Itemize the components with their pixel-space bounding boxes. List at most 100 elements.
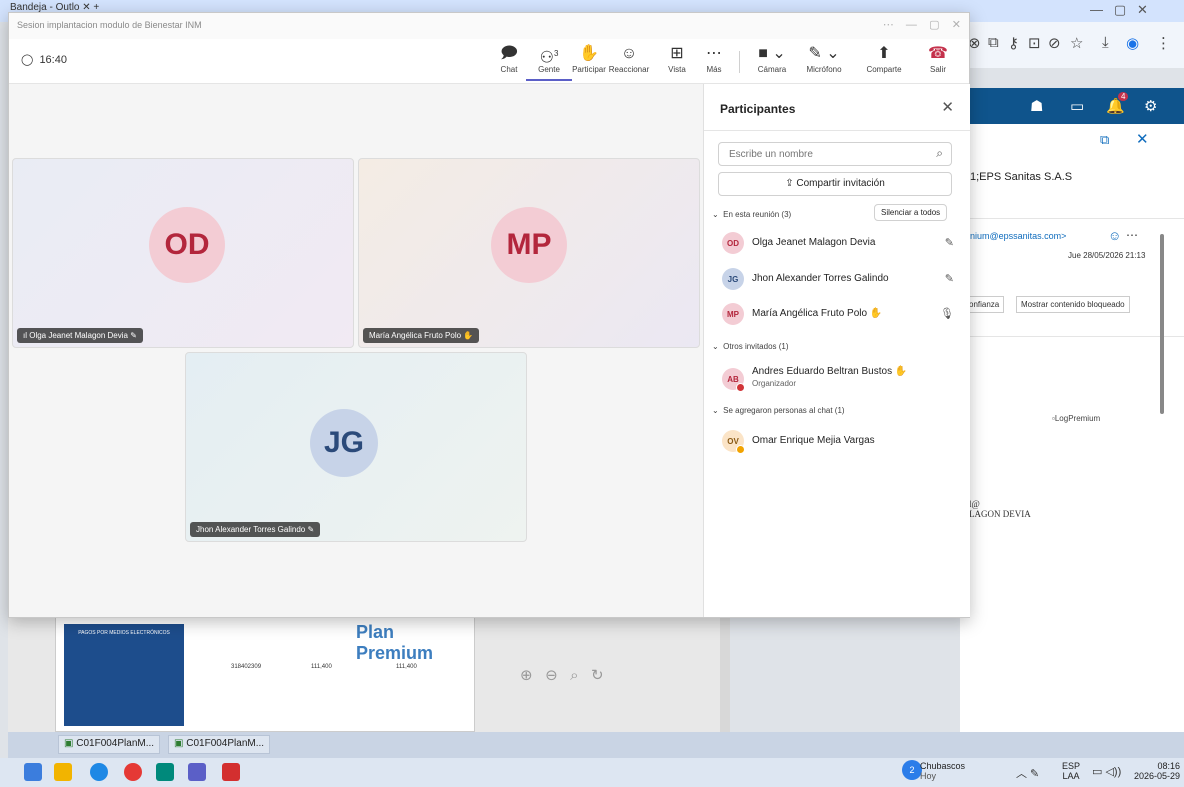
teams-app-icon[interactable] (24, 763, 42, 781)
video-stage: OD ıl Olga Jeanet Malagon Devia ✎ MP Mar… (9, 84, 703, 617)
pdf-scrollbar[interactable] (720, 616, 730, 732)
calculator-icon[interactable] (156, 763, 174, 781)
outlook-sender-email[interactable]: nium@epssanitas.com> (970, 231, 1066, 241)
participant-row[interactable]: OD Olga Jeanet Malagon Devia ✎ (722, 232, 962, 256)
tile-participant-name: María Angélica Fruto Polo (369, 331, 462, 340)
weather-subtitle: Hoy (920, 771, 937, 781)
avatar: OD (722, 232, 744, 254)
close-icon[interactable]: ✕ (941, 98, 954, 116)
video-tile[interactable]: OD ıl Olga Jeanet Malagon Devia ✎ (12, 158, 354, 348)
participant-name: Andres Eduardo Beltran Bustos ✋ (752, 366, 907, 377)
teams-window-controls[interactable]: ⋯ — ▢ ✕ (883, 18, 961, 31)
file-icon: ▣ (174, 738, 184, 749)
share-button[interactable]: ⬆ Comparte (861, 45, 907, 74)
close-icon[interactable]: ✕ (1136, 130, 1149, 148)
weather-widget[interactable]: Chubascos Hoy (920, 761, 965, 781)
camera-button[interactable]: ■ ⌄ Cámara (749, 45, 795, 74)
participant-row[interactable]: MP María Angélica Fruto Polo ✋ 🎙 (722, 303, 962, 327)
outlook-message-date: Jue 28/05/2026 21:13 (1068, 251, 1146, 260)
outlook-header: ☗ ▭ 🔔 4 ⚙ (960, 88, 1184, 124)
participants-panel: Participantes ✕ ⌕ ⇪ Compartir invitación… (703, 84, 970, 617)
meeting-timer: ◯ 16:40 (21, 53, 67, 66)
pdf-zoom-tools[interactable]: ⊕ ⊖ ⌕ ↻ (520, 666, 604, 684)
file-explorer-icon[interactable] (54, 763, 72, 781)
menu-icon[interactable]: ⋮ (1156, 34, 1171, 52)
section-in-meeting[interactable]: ⌄ En esta reunión (3) (712, 210, 791, 219)
eye-off-icon[interactable]: ⊘ (1048, 34, 1061, 52)
mic-on-icon: 🎙 (940, 308, 954, 320)
camera-off-icon: ■ ⌄ (758, 45, 786, 62)
teams-icon[interactable]: ☗ (1030, 97, 1043, 115)
video-tile[interactable]: JG Jhon Alexander Torres Galindo ✎ (185, 352, 527, 542)
signature-line-1: l@ (969, 499, 980, 509)
avatar: OD (149, 207, 225, 283)
participant-row[interactable]: AB Andres Eduardo Beltran Bustos ✋ Organ… (722, 364, 962, 394)
share-icon: ⇪ (785, 178, 794, 189)
download-item[interactable]: ▣ C01F004PlanM... (58, 735, 161, 754)
participant-name-text: Andres Eduardo Beltran Bustos (752, 366, 893, 377)
more-actions-icon[interactable]: ⋯ (1126, 228, 1138, 242)
section-label: Otros invitados (1) (723, 342, 789, 351)
outlook-scrollbar[interactable] (1160, 234, 1164, 414)
download-filename: C01F004PlanM... (76, 738, 155, 749)
section-chat-added[interactable]: ⌄ Se agregaron personas al chat (1) (712, 406, 845, 415)
popout-icon[interactable]: ⧉ (1100, 132, 1109, 148)
tray-icons[interactable]: ︿ ✎ (1016, 765, 1039, 781)
mute-all-button[interactable]: Silenciar a todos (874, 204, 948, 221)
outlook-reading-pane: ⧉ ✕ ☺ ⋯ (960, 124, 1184, 732)
lang-top: ESP (1062, 761, 1081, 771)
email-signature: l@ LAGON DEVIA (969, 499, 1031, 519)
acrobat-icon[interactable] (222, 763, 240, 781)
browser-window-controls[interactable]: — ▢ ✕ (1090, 2, 1184, 20)
react-button[interactable]: ☺ Reaccionar (606, 45, 652, 74)
mic-button[interactable]: ✎ ⌄ Micrófono (801, 45, 847, 74)
weather-icon[interactable]: 2 (902, 760, 922, 780)
timer-value: 16:40 (39, 54, 67, 66)
tile-name-label: María Angélica Fruto Polo ✋ (363, 328, 480, 343)
download-icon[interactable]: ⤓ (1102, 34, 1109, 51)
clock[interactable]: 08:16 2026-05-29 (1132, 761, 1180, 781)
cast-icon[interactable]: ⧉ (988, 34, 999, 51)
more-dots-icon: ⋯ (706, 45, 722, 62)
share-invite-button[interactable]: ⇪ Compartir invitación (718, 172, 952, 196)
hand-raised-icon: ✋ (894, 366, 908, 377)
language-indicator[interactable]: ESP LAA (1062, 761, 1080, 781)
avatar: JG (310, 409, 378, 477)
chrome-browser-icon[interactable] (124, 763, 142, 781)
emoji-react-icon[interactable]: ☺ (1108, 228, 1121, 243)
payment-section-title: PAGOS POR MEDIOS ELECTRÓNICOS (78, 630, 170, 636)
download-item[interactable]: ▣ C01F004PlanM... (168, 735, 271, 754)
video-tile[interactable]: MP María Angélica Fruto Polo ✋ (358, 158, 700, 348)
downloads-bar: ▣ C01F004PlanM... ▣ C01F004PlanM... (8, 732, 1184, 758)
profile-icon[interactable]: ◉ (1126, 34, 1139, 52)
translate-icon[interactable]: ⊡ (1028, 34, 1041, 52)
section-label: En esta reunión (3) (723, 210, 792, 219)
password-icon[interactable]: ⚷ (1008, 34, 1019, 52)
participant-row[interactable]: OV Omar Enrique Mejia Vargas (722, 430, 962, 454)
teams-icon[interactable] (188, 763, 206, 781)
meeting-toolbar: ◯ 16:40 🗩 Chat ⚇3 Gente ✋ Participar ☺ Reacc… (9, 39, 969, 84)
participant-row[interactable]: JG Jhon Alexander Torres Galindo ✎ (722, 268, 962, 292)
search-icon: ⌕ (936, 146, 943, 160)
search-input[interactable] (727, 148, 921, 161)
search-field[interactable]: ⌕ (718, 142, 952, 166)
participant-role: Organizador (752, 379, 797, 388)
share-invite-label: Compartir invitación (796, 178, 885, 189)
feedback-icon[interactable]: ▭ (1070, 97, 1084, 115)
hang-up-icon: ☎ (928, 45, 948, 62)
people-label: Gente (538, 65, 560, 74)
download-filename: C01F004PlanM... (186, 738, 265, 749)
edge-browser-icon[interactable] (90, 763, 108, 781)
participant-name: Olga Jeanet Malagon Devia (752, 237, 876, 248)
network-volume-icon[interactable]: ▭ ◁)) (1092, 765, 1121, 778)
settings-gear-icon[interactable]: ⚙ (1144, 97, 1157, 115)
period-amount: 111,400 (311, 664, 332, 670)
share-label: Comparte (866, 65, 902, 74)
show-blocked-content-button[interactable]: Mostrar contenido bloqueado (1016, 296, 1130, 313)
raise-label: Participar (572, 65, 606, 74)
bookmark-star-icon[interactable]: ☆ (1070, 34, 1083, 52)
more-button[interactable]: ⋯ Más (691, 45, 737, 74)
share-screen-icon: ⬆ (877, 45, 891, 62)
section-other-invitees[interactable]: ⌄ Otros invitados (1) (712, 342, 789, 351)
leave-button[interactable]: ☎ Salir (915, 45, 961, 74)
